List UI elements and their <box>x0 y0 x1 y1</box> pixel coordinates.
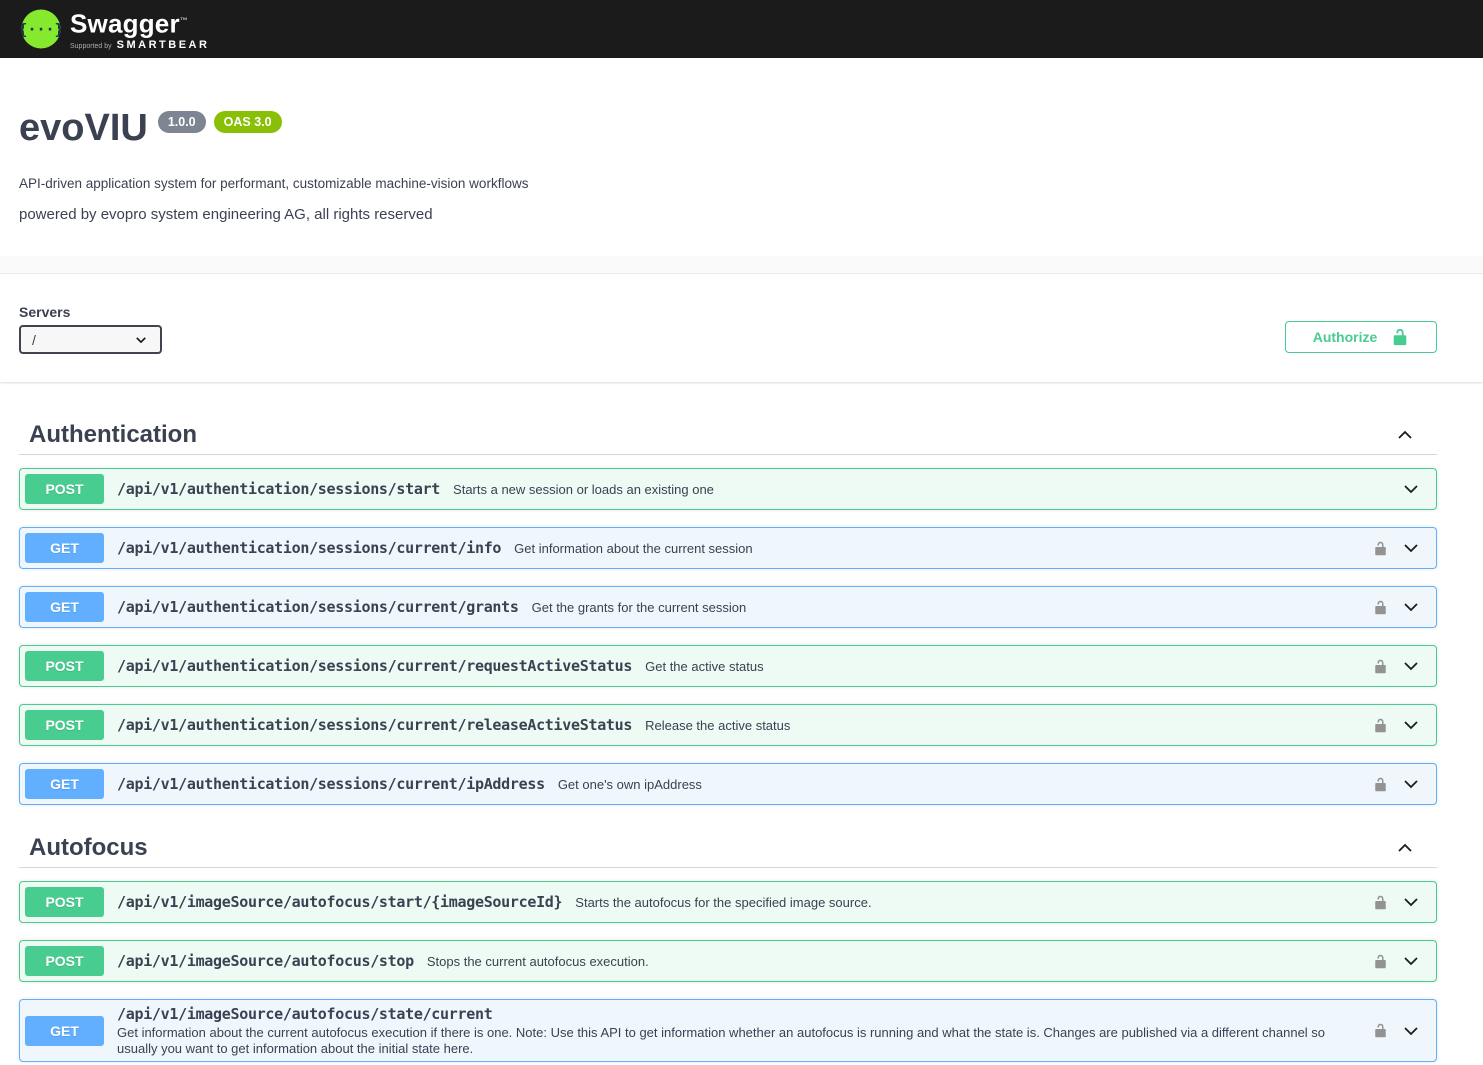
opblock-get-current-grants: GET /api/v1/authentication/sessions/curr… <box>19 586 1437 628</box>
trademark: ™ <box>180 16 188 25</box>
method-badge: POST <box>25 710 104 740</box>
section-divider <box>0 256 1483 274</box>
brand-wordmark: Swagger™ <box>70 7 209 38</box>
endpoint-path: /api/v1/authentication/sessions/current/… <box>117 716 632 734</box>
opblock-summary[interactable]: GET /api/v1/authentication/sessions/curr… <box>20 764 1436 804</box>
swagger-logo[interactable]: {···} Swagger™ Supported by SMARTBEAR <box>21 7 209 51</box>
expand-chevron-icon[interactable] <box>1401 656 1421 676</box>
auth-lock-icon[interactable] <box>1373 777 1388 792</box>
opblock-summary[interactable]: POST /api/v1/imageSource/autofocus/start… <box>20 882 1436 922</box>
method-badge: POST <box>25 474 104 504</box>
info-section: evoVIU 1.0.0 OAS 3.0 API-driven applicat… <box>0 58 1483 256</box>
opblock-summary[interactable]: POST /api/v1/authentication/sessions/sta… <box>20 469 1436 509</box>
auth-lock-icon[interactable] <box>1373 659 1388 674</box>
oas-badge: OAS 3.0 <box>214 111 282 133</box>
opblock-post-release-active-status: POST /api/v1/authentication/sessions/cur… <box>19 704 1437 746</box>
endpoint-description: Get the grants for the current session <box>532 600 1361 615</box>
expand-chevron-icon[interactable] <box>1401 951 1421 971</box>
servers-select-value: / <box>32 332 36 348</box>
expand-chevron-icon[interactable] <box>1401 715 1421 735</box>
method-badge: GET <box>25 1016 104 1046</box>
authorize-button-label: Authorize <box>1313 329 1378 345</box>
endpoint-path: /api/v1/authentication/sessions/current/… <box>117 598 519 616</box>
authorize-button[interactable]: Authorize <box>1285 321 1437 353</box>
opblock-summary[interactable]: POST /api/v1/authentication/sessions/cur… <box>20 705 1436 745</box>
endpoint-description: Release the active status <box>645 718 1361 733</box>
auth-lock-icon[interactable] <box>1373 541 1388 556</box>
api-title: evoVIU <box>19 107 148 149</box>
opblock-summary[interactable]: POST /api/v1/authentication/sessions/cur… <box>20 646 1436 686</box>
endpoint-path: /api/v1/authentication/sessions/current/… <box>117 775 545 793</box>
endpoint-description: Starts the autofocus for the specified i… <box>575 895 1361 910</box>
endpoint-description: Stops the current autofocus execution. <box>427 954 1361 969</box>
expand-chevron-icon[interactable] <box>1401 892 1421 912</box>
method-badge: GET <box>25 592 104 622</box>
opblock-post-autofocus-start: POST /api/v1/imageSource/autofocus/start… <box>19 881 1437 923</box>
auth-lock-icon[interactable] <box>1373 718 1388 733</box>
expand-chevron-icon[interactable] <box>1401 774 1421 794</box>
servers-block: Servers / <box>19 304 162 354</box>
opblock-get-autofocus-state: GET /api/v1/imageSource/autofocus/state/… <box>19 999 1437 1062</box>
endpoint-path: /api/v1/imageSource/autofocus/start/{ima… <box>117 893 562 911</box>
expand-chevron-icon[interactable] <box>1401 597 1421 617</box>
scheme-container: Servers / Authorize <box>0 274 1483 382</box>
method-badge: POST <box>25 946 104 976</box>
topbar: {···} Swagger™ Supported by SMARTBEAR <box>0 0 1483 58</box>
method-badge: POST <box>25 651 104 681</box>
opblock-summary[interactable]: GET /api/v1/authentication/sessions/curr… <box>20 587 1436 627</box>
method-badge: GET <box>25 769 104 799</box>
unlock-icon <box>1391 328 1409 346</box>
auth-lock-icon[interactable] <box>1373 895 1388 910</box>
swagger-logo-icon: {···} <box>21 9 61 49</box>
section-title: Authentication <box>29 421 197 449</box>
chevron-up-icon[interactable] <box>1395 838 1415 858</box>
version-badge: 1.0.0 <box>158 111 206 133</box>
opblock-summary[interactable]: GET /api/v1/imageSource/autofocus/state/… <box>20 1000 1436 1061</box>
servers-label: Servers <box>19 304 162 320</box>
expand-chevron-icon[interactable] <box>1401 538 1421 558</box>
opblock-summary[interactable]: POST /api/v1/imageSource/autofocus/stop … <box>20 941 1436 981</box>
section-title: Autofocus <box>29 834 148 862</box>
endpoint-description: Starts a new session or loads an existin… <box>453 482 1389 497</box>
api-copyright: powered by evopro system engineering AG,… <box>19 206 1437 223</box>
opblock-post-sessions-start: POST /api/v1/authentication/sessions/sta… <box>19 468 1437 510</box>
auth-lock-icon[interactable] <box>1373 1023 1388 1038</box>
servers-select[interactable]: / <box>19 325 162 354</box>
auth-lock-icon[interactable] <box>1373 600 1388 615</box>
chevron-up-icon[interactable] <box>1395 425 1415 445</box>
method-badge: POST <box>25 887 104 917</box>
endpoint-path: /api/v1/authentication/sessions/current/… <box>117 539 501 557</box>
expand-chevron-icon[interactable] <box>1401 1021 1421 1041</box>
opblock-post-request-active-status: POST /api/v1/authentication/sessions/cur… <box>19 645 1437 687</box>
endpoint-description: Get one's own ipAddress <box>558 777 1361 792</box>
endpoint-path: /api/v1/imageSource/autofocus/state/curr… <box>117 1005 1361 1023</box>
endpoint-description: Get the active status <box>645 659 1361 674</box>
opblock-get-current-info: GET /api/v1/authentication/sessions/curr… <box>19 527 1437 569</box>
api-description: API-driven application system for perfor… <box>19 176 1437 191</box>
endpoint-path: /api/v1/imageSource/autofocus/stop <box>117 952 414 970</box>
endpoint-path: /api/v1/authentication/sessions/start <box>117 480 440 498</box>
endpoint-description: Get information about the current autofo… <box>117 1025 1327 1056</box>
chevron-down-icon <box>134 333 148 347</box>
opblock-summary[interactable]: GET /api/v1/authentication/sessions/curr… <box>20 528 1436 568</box>
endpoint-description: Get information about the current sessio… <box>514 541 1361 556</box>
section-header-autofocus[interactable]: Autofocus <box>19 828 1437 868</box>
opblock-get-ip-address: GET /api/v1/authentication/sessions/curr… <box>19 763 1437 805</box>
auth-lock-icon[interactable] <box>1373 954 1388 969</box>
opblock-post-autofocus-stop: POST /api/v1/imageSource/autofocus/stop … <box>19 940 1437 982</box>
operations-list: Authentication POST /api/v1/authenticati… <box>0 415 1483 1065</box>
smartbear-wordmark: SMARTBEAR <box>117 39 210 51</box>
endpoint-path: /api/v1/authentication/sessions/current/… <box>117 657 632 675</box>
expand-chevron-icon[interactable] <box>1401 479 1421 499</box>
section-header-authentication[interactable]: Authentication <box>19 415 1437 455</box>
method-badge: GET <box>25 533 104 563</box>
svg-text:{···}: {···} <box>21 21 61 39</box>
supported-by-label: Supported by <box>70 43 112 50</box>
